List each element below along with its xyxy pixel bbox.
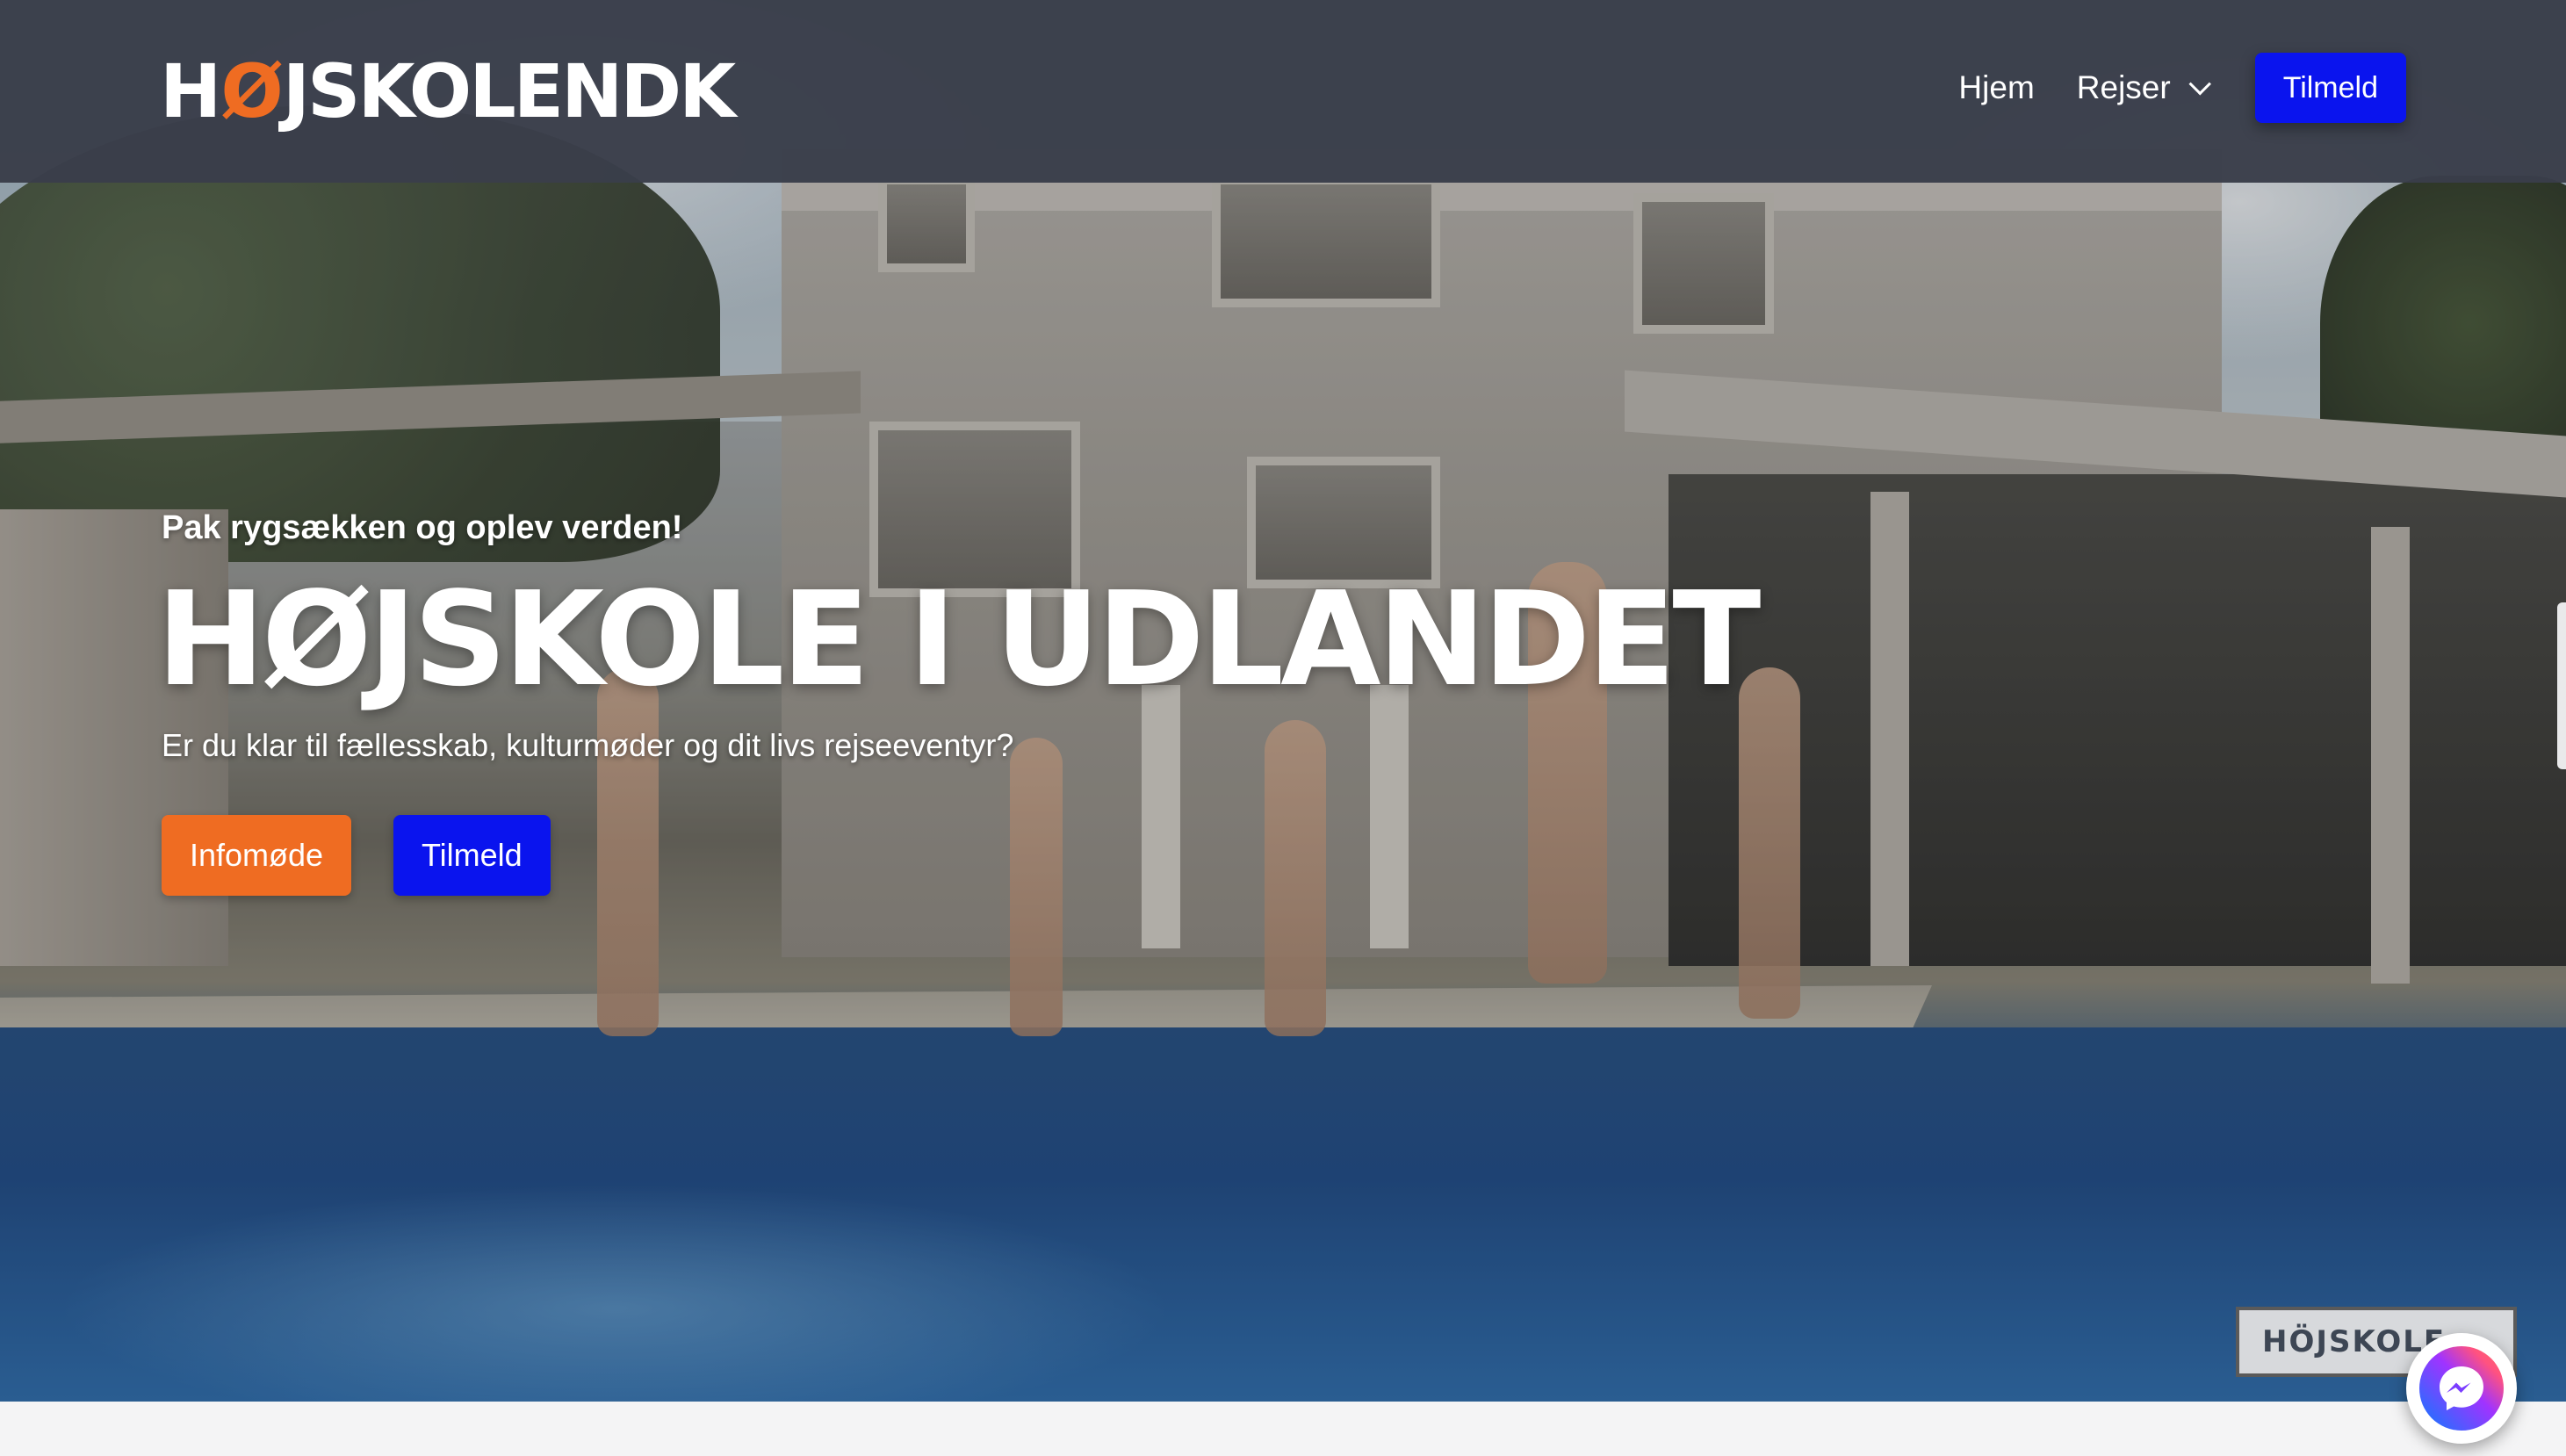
logo-prefix: H: [160, 48, 221, 134]
nav-trips-dropdown[interactable]: Rejser: [2076, 69, 2211, 106]
hero-tagline: Pak rygsækken og oplev verden!: [162, 509, 683, 546]
main-nav: Hjem Rejser Tilmeld: [1958, 53, 2406, 123]
page-below-hero: [0, 1402, 2566, 1456]
site-header: H Ø JSKOLENDK Hjem Rejser Tilmeld: [0, 0, 2566, 183]
info-meeting-button[interactable]: Infomøde: [162, 815, 352, 896]
scrollbar[interactable]: [2557, 602, 2566, 769]
messenger-icon: [2419, 1346, 2504, 1431]
chevron-down-icon: [2188, 73, 2211, 96]
nav-signup-button[interactable]: Tilmeld: [2254, 53, 2406, 123]
page: HÖJSKOLE H Ø JSKOLENDK Hjem Rejser Tilme…: [0, 0, 2566, 1456]
nav-home-link[interactable]: Hjem: [1958, 69, 2034, 106]
hero-title: HØJSKOLE I UDLANDET: [156, 564, 1761, 715]
logo-o: Ø: [220, 48, 283, 134]
site-logo[interactable]: H Ø JSKOLENDK: [160, 48, 737, 134]
logo-suffix: JSKOLENDK: [282, 48, 737, 134]
hero-subtitle: Er du klar til fællesskab, kulturmøder o…: [162, 727, 1014, 763]
messenger-chat-button[interactable]: [2406, 1333, 2517, 1444]
nav-trips-label: Rejser: [2076, 69, 2171, 105]
hero-signup-button[interactable]: Tilmeld: [393, 815, 551, 896]
